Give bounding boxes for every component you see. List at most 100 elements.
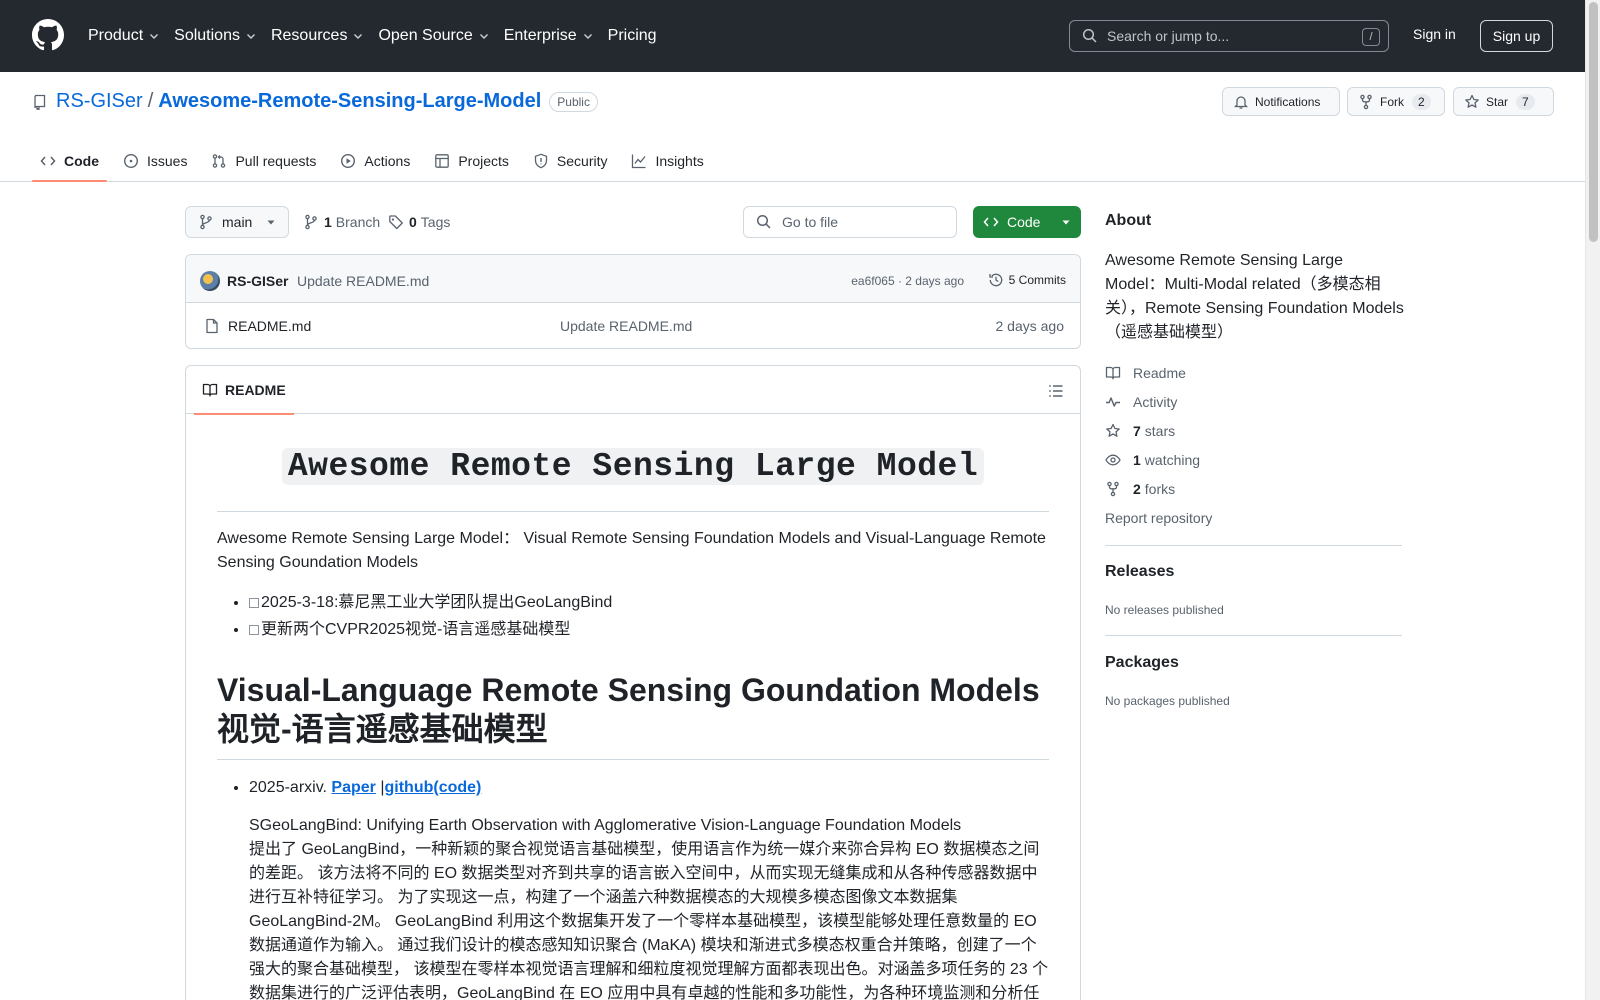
notifications-button[interactable]: Notifications: [1222, 87, 1340, 116]
tab-projects[interactable]: Projects: [426, 142, 517, 180]
latest-commit-row: RS-GISer Update README.md ea6f065 · 2 da…: [186, 255, 1080, 303]
packages-heading[interactable]: Packages: [1105, 654, 1179, 672]
chevron-down-icon: [150, 34, 159, 39]
github-code-link[interactable]: github(code): [385, 779, 482, 796]
star-count: 7: [1516, 93, 1535, 110]
scrollbar-thumb[interactable]: [1589, 2, 1598, 242]
tags-link[interactable]: 0 Tags: [388, 214, 450, 230]
tab-issues[interactable]: Issues: [115, 142, 195, 180]
tag-count: 0: [409, 214, 417, 230]
book-icon: [1105, 366, 1121, 380]
sign-in-link[interactable]: Sign in: [1413, 26, 1456, 42]
commit-hash-time[interactable]: ea6f065 · 2 days ago: [851, 274, 964, 288]
repo-name-link[interactable]: Awesome-Remote-Sensing-Large-Model: [158, 90, 541, 113]
commit-message-link[interactable]: Update README.md: [297, 273, 429, 289]
forks-count: 2: [1133, 481, 1141, 497]
branch-label: Branch: [335, 214, 381, 230]
news-text: 2025-3-18:慕尼黑工业大学团队提出GeoLangBind: [261, 594, 613, 611]
book-icon: [202, 383, 218, 397]
table-row[interactable]: README.md Update README.md 2 days ago: [186, 303, 1080, 348]
go-to-file-input[interactable]: Go to file: [743, 206, 957, 238]
nav-label: Open Source: [378, 27, 473, 44]
stars-link[interactable]: 7 stars: [1105, 423, 1175, 439]
tab-pull-requests[interactable]: Pull requests: [203, 142, 324, 180]
search-placeholder: Search or jump to...: [1107, 28, 1230, 44]
releases-note: No releases published: [1105, 603, 1224, 617]
eye-icon: [1105, 454, 1121, 466]
watchers-link[interactable]: 1 watching: [1105, 452, 1200, 468]
global-search-input[interactable]: Search or jump to... /: [1069, 20, 1389, 52]
fork-icon: [1107, 481, 1119, 497]
sign-up-button[interactable]: Sign up: [1480, 20, 1553, 52]
fork-label: Fork: [1380, 94, 1404, 109]
readme-content: Awesome Remote Sensing Large Model Aweso…: [186, 414, 1080, 1000]
section-heading-en: Visual-Language Remote Sensing Goundatio…: [217, 672, 1040, 708]
tab-label: Projects: [458, 153, 509, 169]
page-scrollbar[interactable]: [1585, 0, 1600, 1000]
caret-down-icon: [1062, 220, 1070, 225]
readme-header: README: [186, 366, 1080, 415]
report-repository-link[interactable]: Report repository: [1105, 510, 1212, 526]
notifications-label: Notifications: [1255, 94, 1321, 109]
readme-link[interactable]: Readme: [1105, 365, 1186, 381]
outline-list-icon[interactable]: [1048, 383, 1064, 399]
nav-product[interactable]: Product: [88, 21, 160, 51]
repo-breadcrumb: RS-GISer / Awesome-Remote-Sensing-Large-…: [32, 90, 598, 113]
tab-label: Security: [556, 153, 608, 169]
star-button[interactable]: Star 7: [1453, 87, 1554, 116]
about-description: Awesome Remote Sensing Large Model：Multi…: [1105, 252, 1404, 341]
news-text: 更新两个CVPR2025视觉-语言遥感基础模型: [261, 621, 571, 638]
fork-button[interactable]: Fork 2: [1347, 87, 1445, 116]
sidebar-divider: [1105, 545, 1402, 546]
branch-selector-button[interactable]: main: [185, 206, 289, 238]
nav-pricing[interactable]: Pricing: [608, 21, 657, 51]
github-logo-icon[interactable]: [32, 19, 64, 51]
nav-label: Resources: [270, 27, 348, 44]
commits-history-link[interactable]: 5 Commits: [988, 272, 1066, 288]
forks-label: forks: [1144, 481, 1176, 497]
code-dropdown-button[interactable]: Code: [973, 206, 1081, 238]
fork-icon: [1360, 94, 1372, 109]
chevron-down-icon: [246, 34, 255, 39]
nav-resources[interactable]: Resources: [271, 21, 364, 51]
branch-icon: [305, 214, 317, 230]
caret-down-icon: [267, 220, 275, 225]
forks-link[interactable]: 2 forks: [1105, 481, 1175, 497]
fork-count: 2: [1412, 93, 1431, 110]
repo-owner-link[interactable]: RS-GISer: [56, 90, 143, 113]
play-icon: [341, 153, 356, 169]
stars-count: 7: [1133, 423, 1141, 439]
code-icon: [983, 217, 999, 227]
nav-enterprise[interactable]: Enterprise: [504, 21, 594, 51]
tab-code[interactable]: Code: [32, 142, 107, 182]
tab-security[interactable]: Security: [525, 142, 616, 180]
paper-link[interactable]: Paper: [331, 779, 375, 796]
breadcrumb-separator: /: [147, 90, 154, 112]
chevron-down-icon: [354, 34, 363, 39]
avatar[interactable]: [200, 271, 220, 291]
readme-panel: README Awesome Remote Sensing Large Mode…: [185, 365, 1081, 1000]
search-shortcut-key: /: [1362, 28, 1380, 46]
sidebar-divider: [1105, 635, 1402, 636]
branch-icon: [200, 214, 212, 230]
tab-label: Actions: [364, 153, 411, 169]
file-icon: [206, 318, 218, 334]
file-name-link[interactable]: README.md: [228, 318, 311, 334]
list-item: 2025-3-18:慕尼黑工业大学团队提出GeoLangBind: [249, 589, 1049, 616]
branches-link[interactable]: 1 Branch: [303, 214, 380, 230]
releases-heading[interactable]: Releases: [1105, 563, 1174, 581]
table-icon: [435, 154, 450, 168]
activity-link-label: Activity: [1133, 394, 1178, 410]
tab-label: Pull requests: [235, 153, 317, 169]
section-heading-zh: 视觉-语言遥感基础模型: [217, 711, 548, 747]
tab-readme[interactable]: README: [194, 366, 294, 415]
activity-link[interactable]: Activity: [1105, 394, 1177, 410]
file-commit-message-link[interactable]: Update README.md: [560, 318, 692, 334]
nav-open-source[interactable]: Open Source: [378, 21, 489, 51]
code-button-label: Code: [1007, 214, 1041, 230]
paper-description: 提出了 GeoLangBind，一种新颖的聚合视觉语言基础模型，使用语言作为统一…: [249, 841, 1049, 1000]
commit-author-link[interactable]: RS-GISer: [227, 273, 288, 289]
nav-solutions[interactable]: Solutions: [174, 21, 257, 51]
tab-insights[interactable]: Insights: [623, 142, 711, 180]
tab-actions[interactable]: Actions: [332, 142, 418, 180]
